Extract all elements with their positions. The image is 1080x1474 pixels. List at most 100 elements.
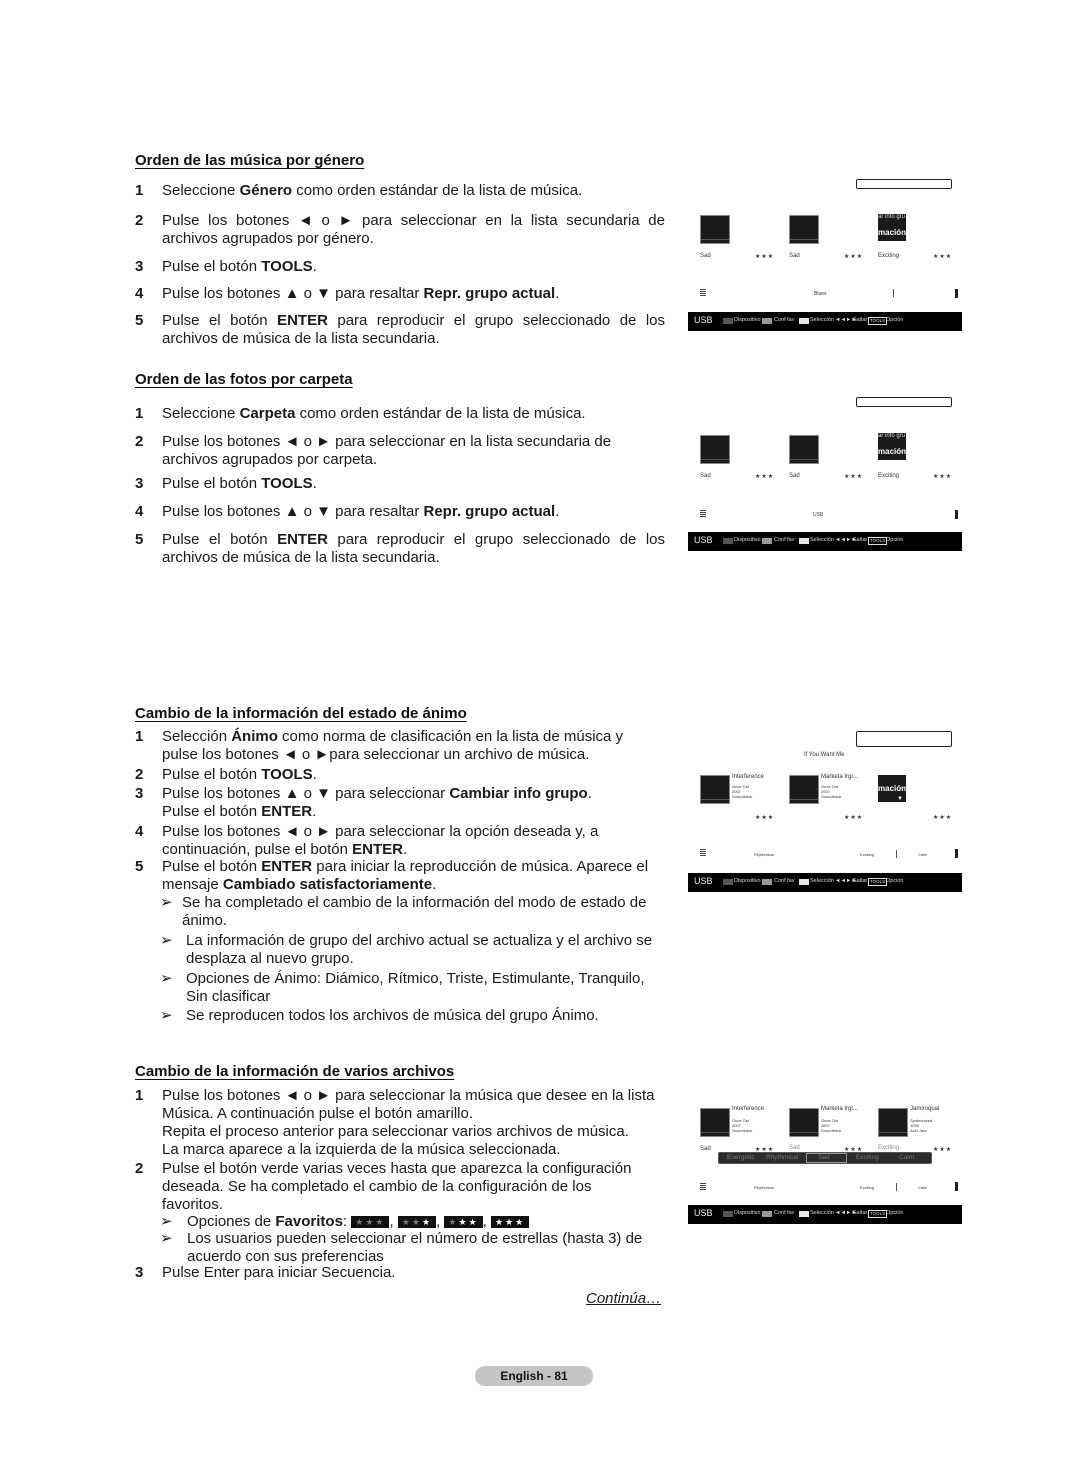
group-label[interactable]: Rhythmical xyxy=(754,1186,774,1190)
mood-option-exciting[interactable]: Exciting xyxy=(856,1154,879,1161)
yellow-button-icon xyxy=(799,1211,809,1217)
arrow-right-icon: ➢ xyxy=(160,1230,173,1247)
step-2: 2 Pulse los botones ◄ o ► para seleccion… xyxy=(135,212,665,248)
tv-screen-folder: ar info gru mación Sad ★★★ Sad ★★★ Excit… xyxy=(688,397,962,552)
step-text: Pulse el botón xyxy=(162,803,262,820)
group-label[interactable]: Exciting xyxy=(860,1186,874,1190)
album-thumbnail[interactable] xyxy=(789,215,819,244)
track-title[interactable]: Interference xyxy=(732,1106,764,1112)
page-number: English - 81 xyxy=(475,1366,593,1386)
group-label[interactable]: Rhythmical xyxy=(754,853,774,857)
step-number: 3 xyxy=(135,1264,144,1281)
step-number: 4 xyxy=(135,823,144,840)
step-number: 3 xyxy=(135,258,144,275)
legend-select: Selección xyxy=(810,878,834,884)
star-rating: ★★★ xyxy=(755,474,775,480)
tv-screen-mood: If You Want Me Interference Once Ost 200… xyxy=(688,730,962,892)
album-thumbnail[interactable] xyxy=(700,1108,730,1137)
step-bold: ENTER xyxy=(261,803,313,820)
step-bold: Cambiado satisfactoriamente xyxy=(222,876,433,893)
popup-text: ar info gru xyxy=(878,433,906,439)
step-number: 5 xyxy=(135,531,144,548)
list-icon xyxy=(700,849,706,857)
scrollbar-indicator xyxy=(955,849,958,858)
step-number: 3 xyxy=(135,785,144,802)
favorite-2-stars-icon: ★★★ xyxy=(444,1216,483,1228)
mood-label: Sad xyxy=(789,253,800,259)
step-number: 2 xyxy=(135,433,144,450)
step-text: La marca aparece a la izquierda de la mú… xyxy=(162,1141,561,1158)
popup-text: mación xyxy=(878,784,906,793)
step-number: 4 xyxy=(135,503,144,520)
track-title[interactable]: Marketa Irgl... xyxy=(821,1106,858,1112)
step-3: 3 Pulse Enter para iniciar Secuencia. xyxy=(135,1264,665,1282)
step-number: 1 xyxy=(135,182,144,199)
step-bold: Ánimo xyxy=(231,728,278,745)
green-button-icon xyxy=(762,318,772,324)
mood-option-calm[interactable]: Calm xyxy=(899,1154,914,1161)
list-icon xyxy=(700,1183,706,1191)
continued-label: Continúa… xyxy=(586,1290,662,1307)
step-text: Pulse el botón verde varias veces hasta … xyxy=(162,1160,632,1213)
mood-option-sad[interactable]: Sad xyxy=(818,1154,830,1161)
album-thumbnail[interactable] xyxy=(789,435,819,464)
track-title[interactable]: Jamiroquai xyxy=(910,1106,939,1112)
legend-device: Dispositivo xyxy=(734,317,761,323)
step-text: Pulse los botones ◄ o ► para seleccionar… xyxy=(162,212,665,247)
step-text: . xyxy=(312,475,317,492)
album-thumbnail[interactable] xyxy=(700,775,730,804)
mood-option-energetic[interactable]: Energetic xyxy=(727,1154,754,1161)
note: ➢ La información de grupo del archivo ac… xyxy=(160,932,665,968)
step-1: 1 Seleccione Género como orden estándar … xyxy=(135,182,665,200)
album-thumbnail[interactable] xyxy=(878,1108,908,1137)
step-3: 3 Pulse los botones ▲ o ▼ para seleccion… xyxy=(135,785,665,821)
album-thumbnail[interactable] xyxy=(789,1108,819,1137)
step-bold: ENTER xyxy=(277,312,328,329)
mood-label: Sad xyxy=(700,1146,711,1152)
note-text: La información de grupo del archivo actu… xyxy=(186,932,653,967)
album-thumbnail[interactable] xyxy=(700,215,730,244)
track-title[interactable]: Marketa Irgl... xyxy=(821,774,858,780)
mood-label: Sad xyxy=(789,473,800,479)
tools-popup[interactable]: mación ▼ xyxy=(878,775,906,802)
mood-option-rhythmical[interactable]: Rhythmical xyxy=(766,1154,798,1161)
step-text: Pulse el botón xyxy=(162,858,262,875)
group-label[interactable]: Blues xyxy=(814,291,827,297)
legend-option: Opción xyxy=(886,878,904,884)
tools-popup[interactable]: ar info gru mación xyxy=(878,214,906,241)
group-label[interactable]: Exciting xyxy=(860,853,874,857)
tools-popup[interactable]: ar info gru mación xyxy=(878,433,906,460)
mood-selector[interactable]: Energetic Rhythmical Sad Exciting Calm xyxy=(718,1152,932,1164)
track-genre: Soundtrack xyxy=(732,794,753,799)
legend-skip: Saltar xyxy=(853,317,868,323)
note-text: Se ha completado el cambio de la informa… xyxy=(182,894,647,929)
yellow-button-icon xyxy=(799,879,809,885)
track-genre: Soundtrack xyxy=(821,1128,842,1133)
group-label[interactable]: Calm xyxy=(918,1186,927,1190)
step-text: Pulse el botón xyxy=(162,258,262,275)
legend-device: Dispositivo xyxy=(734,1210,761,1216)
step-text: Pulse los botones ▲ o ▼ para resaltar xyxy=(162,285,424,302)
track-title[interactable]: Interference xyxy=(732,774,764,780)
step-number: 5 xyxy=(135,858,144,875)
group-label[interactable]: Calm xyxy=(918,853,927,857)
album-thumbnail[interactable] xyxy=(789,775,819,804)
mood-label: Sad xyxy=(789,1145,800,1151)
info-box xyxy=(856,731,952,747)
step-4: 4 Pulse los botones ▲ o ▼ para resaltar … xyxy=(135,503,665,521)
step-bold: ENTER xyxy=(261,858,313,875)
note-text: Opciones de Ánimo: Diámico, Rítmico, Tri… xyxy=(186,970,645,1005)
tv-screen-multi-file: Interference Once Ost 2007 Soundtrack Ma… xyxy=(688,1100,962,1226)
step-text: Pulse los botones ▲ o ▼ para resaltar xyxy=(162,503,424,520)
mood-label: Sad xyxy=(700,473,711,479)
note-bold: Favoritos xyxy=(275,1213,343,1230)
step-text: . xyxy=(555,503,560,520)
album-thumbnail[interactable] xyxy=(700,435,730,464)
group-label[interactable]: USB xyxy=(813,512,823,518)
step-text: . xyxy=(587,785,592,802)
usb-label: USB xyxy=(694,1208,713,1218)
scrollbar-indicator xyxy=(955,1182,958,1191)
step-text: . xyxy=(312,766,317,783)
legend-device: Dispositivo xyxy=(734,537,761,543)
note-text: Se reproducen todos los archivos de músi… xyxy=(186,1007,599,1024)
